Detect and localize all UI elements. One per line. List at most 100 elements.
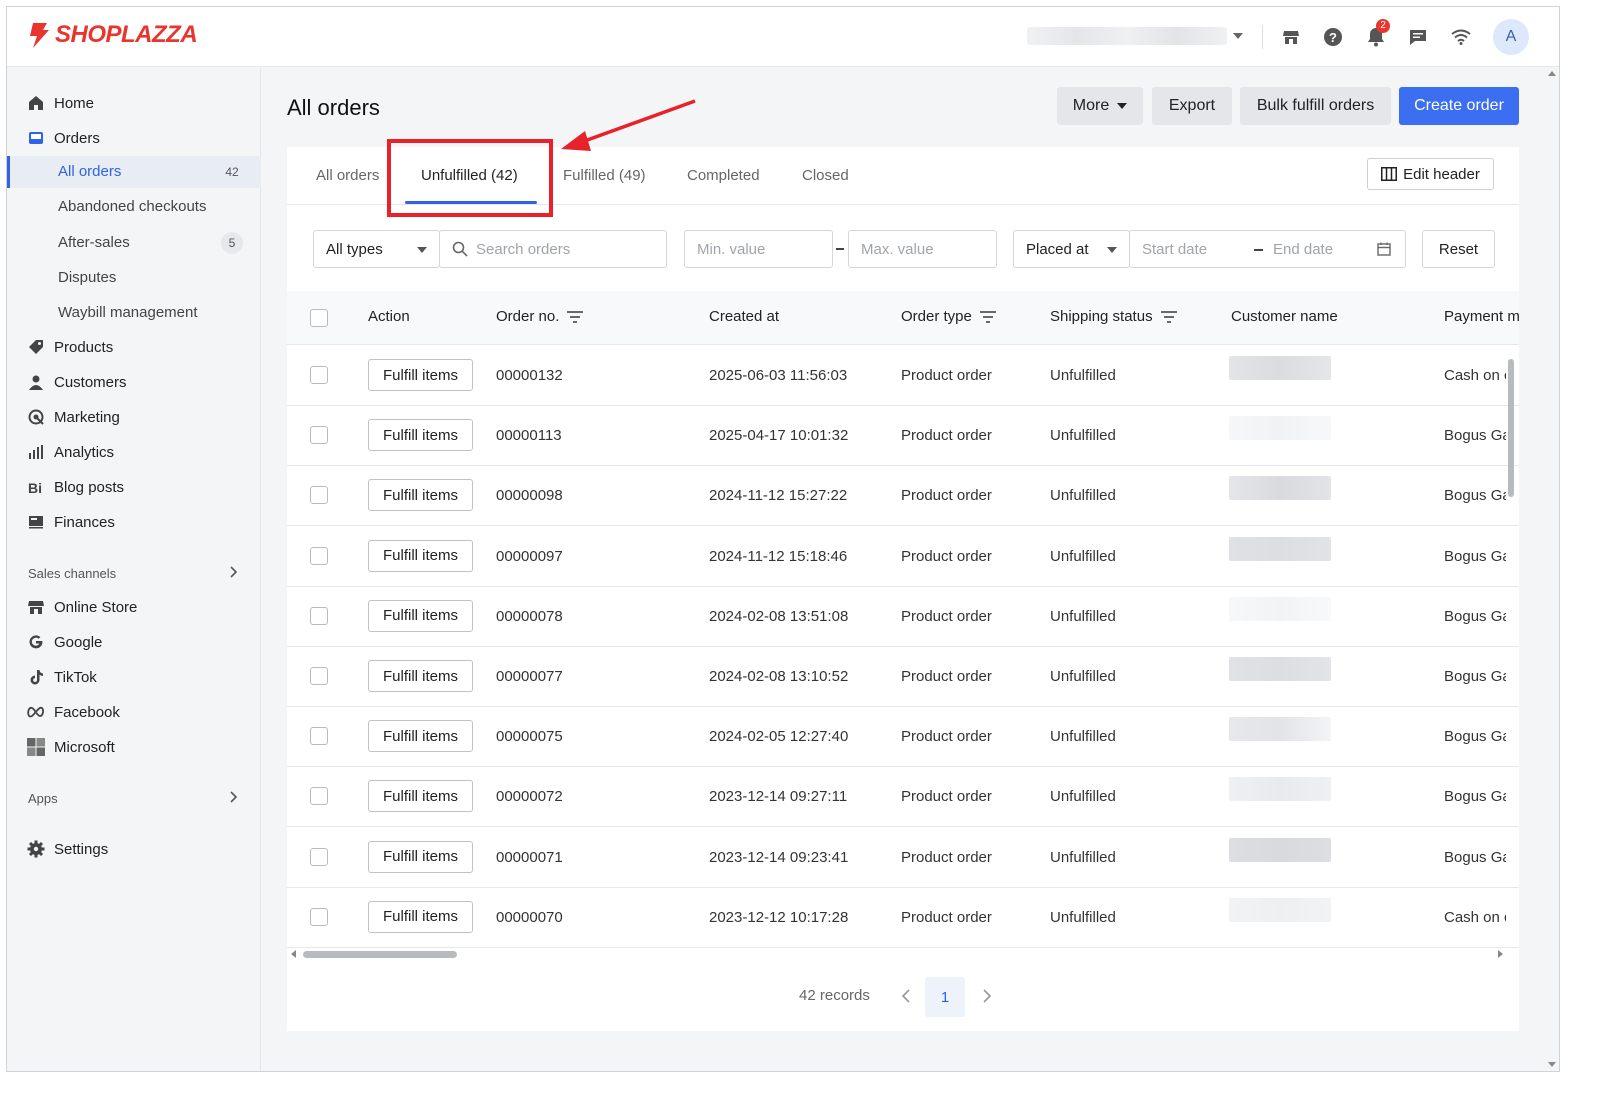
scroll-right-icon[interactable] xyxy=(1498,950,1503,958)
chevron-down-icon[interactable] xyxy=(1233,33,1243,39)
min-value-input[interactable]: Min. value xyxy=(684,230,833,268)
sidebar-item-settings[interactable]: Settings xyxy=(7,834,261,864)
sidebar-subitem-after-sales[interactable]: After-sales 5 xyxy=(7,227,261,259)
fulfill-items-button[interactable]: Fulfill items xyxy=(368,900,473,933)
order-number[interactable]: 00000132 xyxy=(496,367,563,384)
row-checkbox[interactable] xyxy=(310,727,328,746)
date-field-select[interactable]: Placed at xyxy=(1013,230,1130,268)
avatar[interactable]: A xyxy=(1493,19,1529,55)
help-icon[interactable]: ? xyxy=(1321,25,1345,49)
date-range-input[interactable]: Start date End date xyxy=(1129,230,1406,268)
scrollbar-thumb[interactable] xyxy=(1508,359,1514,497)
sidebar-item-online-store[interactable]: Online Store xyxy=(7,592,261,622)
column-header-shipping-status[interactable]: Shipping status xyxy=(1050,308,1177,325)
order-number[interactable]: 00000075 xyxy=(496,728,563,745)
fulfill-items-button[interactable]: Fulfill items xyxy=(368,539,473,572)
sidebar-subitem-all-orders[interactable]: All orders 42 xyxy=(7,156,261,188)
fulfill-items-button[interactable]: Fulfill items xyxy=(368,599,473,632)
export-button[interactable]: Export xyxy=(1152,87,1232,125)
tab-completed[interactable]: Completed xyxy=(687,167,760,184)
sales-channels-heading[interactable]: Sales channels xyxy=(28,566,116,581)
filter-icon[interactable] xyxy=(1160,310,1177,323)
order-number[interactable]: 00000097 xyxy=(496,548,563,565)
fulfill-items-button[interactable]: Fulfill items xyxy=(368,479,473,512)
sidebar-subitem-abandoned-checkouts[interactable]: Abandoned checkouts xyxy=(7,191,261,223)
reset-button[interactable]: Reset xyxy=(1422,230,1495,268)
fulfill-items-button[interactable]: Fulfill items xyxy=(368,840,473,873)
store-icon[interactable] xyxy=(1279,25,1303,49)
sidebar-item-tiktok[interactable]: TikTok xyxy=(7,662,261,692)
more-button[interactable]: More xyxy=(1057,87,1143,125)
column-header-order-type[interactable]: Order type xyxy=(901,308,996,325)
page-scrollbar[interactable] xyxy=(1545,68,1559,1071)
scroll-down-icon[interactable] xyxy=(1548,1062,1556,1067)
fulfill-items-button[interactable]: Fulfill items xyxy=(368,720,473,753)
sidebar-item-microsoft[interactable]: Microsoft xyxy=(7,732,261,762)
sidebar-item-google[interactable]: Google xyxy=(7,627,261,657)
chat-icon[interactable] xyxy=(1406,25,1430,49)
order-number[interactable]: 00000113 xyxy=(496,427,562,444)
apps-heading[interactable]: Apps xyxy=(28,791,58,806)
row-checkbox[interactable] xyxy=(310,486,328,505)
bell-icon[interactable]: 2 xyxy=(1364,19,1390,49)
sidebar-item-analytics[interactable]: Analytics xyxy=(7,437,261,467)
sidebar-item-products[interactable]: Products xyxy=(7,332,261,362)
store-selector[interactable] xyxy=(1027,27,1227,45)
sidebar-item-orders[interactable]: Orders xyxy=(7,123,261,153)
tab-fulfilled[interactable]: Fulfilled (49) xyxy=(563,167,646,184)
next-page-icon[interactable] xyxy=(982,989,992,1007)
filter-icon[interactable] xyxy=(567,310,584,323)
table-row[interactable]: Fulfill items 00000098 2024-11-12 15:27:22… xyxy=(287,466,1519,527)
table-row[interactable]: Fulfill items 00000070 2023-12-12 10:17:28… xyxy=(287,888,1519,948)
fulfill-items-button[interactable]: Fulfill items xyxy=(368,419,473,452)
sidebar-subitem-waybill-management[interactable]: Waybill management xyxy=(7,297,261,329)
tab-closed[interactable]: Closed xyxy=(802,167,849,184)
table-row[interactable]: Fulfill items 00000113 2025-04-17 10:01:32… xyxy=(287,406,1519,467)
scroll-left-icon[interactable] xyxy=(291,950,296,958)
scrollbar-thumb[interactable] xyxy=(303,951,457,958)
sidebar-item-facebook[interactable]: Facebook xyxy=(7,697,261,727)
order-type-select[interactable]: All types xyxy=(313,230,440,268)
row-checkbox[interactable] xyxy=(310,907,328,926)
filter-icon[interactable] xyxy=(979,310,996,323)
select-all-checkbox[interactable] xyxy=(310,309,328,327)
row-checkbox[interactable] xyxy=(310,667,328,685)
sidebar-subitem-disputes[interactable]: Disputes xyxy=(7,262,261,294)
order-number[interactable]: 00000078 xyxy=(496,608,563,625)
table-row[interactable]: Fulfill items 00000072 2023-12-14 09:27:11… xyxy=(287,767,1519,828)
column-header-order-no[interactable]: Order no. xyxy=(496,308,584,325)
sidebar-item-blog-posts[interactable]: Bi Blog posts xyxy=(7,472,261,502)
search-input[interactable]: Search orders xyxy=(439,230,667,268)
bulk-fulfill-orders-button[interactable]: Bulk fulfill orders xyxy=(1240,87,1391,125)
row-checkbox[interactable] xyxy=(310,366,328,384)
table-row[interactable]: Fulfill items 00000071 2023-12-14 09:23:41… xyxy=(287,828,1519,888)
horizontal-scrollbar[interactable] xyxy=(287,947,1519,961)
fulfill-items-button[interactable]: Fulfill items xyxy=(368,359,473,391)
table-row[interactable]: Fulfill items 00000075 2024-02-05 12:27:40… xyxy=(287,707,1519,768)
sidebar-item-customers[interactable]: Customers xyxy=(7,367,261,397)
table-row[interactable]: Fulfill items 00000097 2024-11-12 15:18:46… xyxy=(287,527,1519,587)
table-row[interactable]: Fulfill items 00000077 2024-02-08 13:10:52… xyxy=(287,647,1519,707)
fulfill-items-button[interactable]: Fulfill items xyxy=(368,780,473,813)
sidebar-item-marketing[interactable]: Marketing xyxy=(7,402,261,432)
shoplazza-logo[interactable]: SHOPLAZZA xyxy=(27,21,198,49)
tab-all-orders[interactable]: All orders xyxy=(316,167,379,184)
chevron-right-icon[interactable] xyxy=(230,565,238,582)
scroll-up-icon[interactable] xyxy=(1548,71,1556,76)
previous-page-icon[interactable] xyxy=(901,989,911,1007)
order-number[interactable]: 00000070 xyxy=(496,909,563,926)
sidebar-item-home[interactable]: Home xyxy=(7,88,261,118)
edit-header-button[interactable]: Edit header xyxy=(1367,158,1494,190)
wifi-icon[interactable] xyxy=(1449,25,1473,49)
vertical-scrollbar[interactable] xyxy=(1507,347,1515,945)
row-checkbox[interactable] xyxy=(310,546,328,565)
create-order-button[interactable]: Create order xyxy=(1399,87,1519,125)
row-checkbox[interactable] xyxy=(310,426,328,445)
row-checkbox[interactable] xyxy=(310,606,328,625)
sidebar-item-finances[interactable]: Finances xyxy=(7,507,261,537)
chevron-right-icon[interactable] xyxy=(230,790,238,807)
max-value-input[interactable]: Max. value xyxy=(848,230,997,268)
order-number[interactable]: 00000077 xyxy=(496,668,563,685)
table-row[interactable]: Fulfill items 00000132 2025-06-03 11:56:03… xyxy=(287,346,1519,406)
page-number-button[interactable]: 1 xyxy=(925,977,965,1017)
